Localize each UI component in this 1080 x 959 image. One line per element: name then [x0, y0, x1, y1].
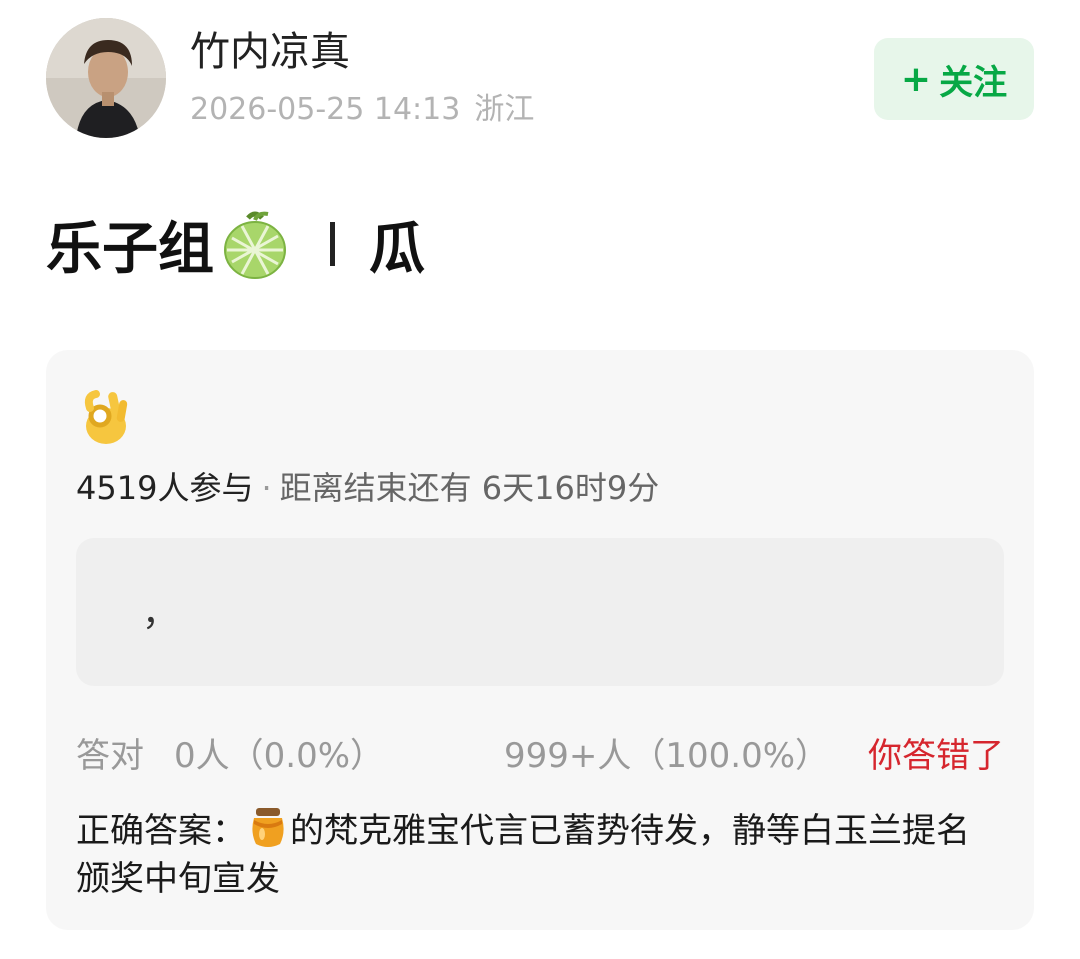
- correct-label: 答对: [76, 736, 144, 776]
- quiz-card: 4519人参与 · 距离结束还有 6天16时9分 ， 答对 0人（0.0%） 999…: [46, 350, 1034, 930]
- time-remaining: 距离结束还有 6天16时9分: [279, 469, 660, 507]
- quiz-option[interactable]: ，: [76, 538, 1004, 686]
- selected-count: 999+人（100.0%）: [504, 736, 830, 776]
- follow-label: 关注: [939, 62, 1008, 103]
- quiz-stats: 4519人参与 · 距离结束还有 6天16时9分: [76, 466, 659, 510]
- location: 浙江: [474, 92, 535, 127]
- avatar[interactable]: [46, 18, 166, 138]
- username[interactable]: 竹内凉真: [190, 26, 350, 78]
- wrong-answer-label: 你答错了: [868, 736, 1004, 776]
- follow-button[interactable]: + 关注: [874, 38, 1034, 120]
- title-suffix: 瓜: [369, 216, 425, 282]
- post-title: 乐子组 瓜: [46, 206, 425, 282]
- correct-count: 0人（0.0%）: [174, 736, 385, 776]
- title-divider: [330, 222, 335, 266]
- avatar-photo: [46, 18, 166, 138]
- post-page: 竹内凉真 2026-05-25 14:13 浙江 + 关注 乐子组 瓜 4519…: [0, 0, 1080, 959]
- timestamp: 2026-05-25 14:13: [190, 92, 461, 127]
- title-text: 乐子组: [46, 216, 214, 282]
- post-meta: 2026-05-25 14:13 浙江: [190, 88, 534, 132]
- honey-pot-icon: [248, 806, 288, 850]
- participant-count: 4519人参与: [76, 469, 254, 507]
- option-text: ，: [142, 593, 179, 634]
- result-row: 答对 0人（0.0%） 999+人（100.0%） 你答错了: [76, 732, 1004, 780]
- stats-separator: ·: [261, 469, 272, 507]
- plus-icon: +: [900, 58, 932, 100]
- melon-icon: [222, 208, 288, 280]
- answer-prefix: 正确答案：: [76, 811, 246, 851]
- ok-hand-icon: [82, 386, 132, 446]
- correct-answer: 正确答案： 的梵克雅宝代言已蓄势待发，静等白玉兰提名颁奖中旬宣发: [76, 806, 996, 903]
